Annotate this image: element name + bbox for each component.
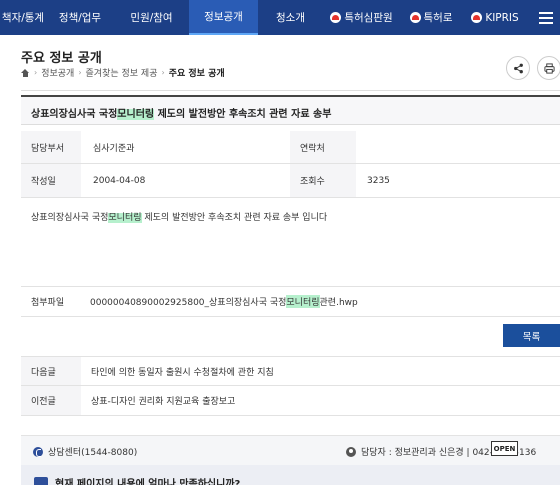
tab-info-disclosure[interactable]: 정보공개 xyxy=(189,0,258,35)
date-label: 작성일 xyxy=(21,164,81,197)
tab-petition[interactable]: 민원/참여 xyxy=(114,0,189,35)
search-highlight: 모니터링 xyxy=(286,295,320,308)
article-body: 상표의장심사국 국정모니터링 제도의 발전방안 후속조치 관련 자료 송부 입니… xyxy=(31,210,327,223)
home-icon[interactable] xyxy=(21,68,30,77)
dept-label: 담당부서 xyxy=(21,131,81,163)
divider xyxy=(21,90,560,91)
tab-policy-work[interactable]: 정책/업무 xyxy=(46,0,114,35)
contact-label: 연락처 xyxy=(290,131,356,163)
link-label: KIPRIS xyxy=(485,11,519,24)
open-license-badge[interactable]: OPEN xyxy=(491,441,518,456)
breadcrumb-item[interactable]: 즐겨찾는 정보 제공 xyxy=(86,66,158,79)
survey-text: 현재 페이지의 내용에 얼마나 만족하십니까? xyxy=(55,479,241,485)
link-patent-tribunal[interactable]: 특허심판원 xyxy=(323,0,400,35)
survey-icon xyxy=(34,477,48,485)
breadcrumb: › 정보공개 › 즐겨찾는 정보 제공 › 주요 정보 공개 xyxy=(21,66,225,79)
link-label: 특허심판원 xyxy=(344,12,393,24)
views-label: 조회수 xyxy=(290,164,356,197)
tab-books-stats[interactable]: 책자/통계 xyxy=(0,0,46,35)
logo-icon xyxy=(471,12,483,23)
page-title: 주요 정보 공개 xyxy=(21,51,102,66)
attachment-link[interactable]: 00000040890002925800_상표의장심사국 국정 모니터링 관련.h… xyxy=(90,287,358,316)
print-icon xyxy=(543,62,555,74)
link-label: 특허로 xyxy=(423,12,453,24)
next-post-link[interactable]: 타인에 의한 동일자 출원시 수청절차에 관한 지침 xyxy=(91,357,274,385)
call-center-text: 상담센터(1544-8080) xyxy=(48,448,138,458)
dept-row: 담당부서 심사기준과 연락처 xyxy=(21,131,560,164)
search-highlight: 모니터링 xyxy=(117,109,155,120)
person-icon xyxy=(346,446,356,457)
satisfaction-survey: 현재 페이지의 내용에 얼마나 만족하십니까? xyxy=(21,465,560,485)
file-name: 00000040890002925800_상표의장심사국 국정 xyxy=(90,298,287,308)
top-nav: 책자/통계 정책/업무 민원/참여 정보공개 청소개 특허심판원 특허로 KIP… xyxy=(0,0,560,35)
link-patent-net[interactable]: 특허로 xyxy=(400,0,462,35)
share-button[interactable] xyxy=(506,56,530,80)
share-icon xyxy=(513,63,523,73)
body-text: 제도의 발전방안 후속조치 관련 자료 송부 입니다 xyxy=(141,213,328,223)
views-value: 3235 xyxy=(367,175,390,186)
article-title: 상표의장심사국 국정모니터링 제도의 발전방안 후속조치 관련 자료 송부 xyxy=(21,95,560,125)
list-button[interactable]: 목록 xyxy=(503,324,560,347)
title-text: 상표의장심사국 국정 xyxy=(31,109,118,120)
menu-button[interactable] xyxy=(532,0,560,35)
attachment-label: 첨부파일 xyxy=(21,287,81,316)
attachment-row: 첨부파일 00000040890002925800_상표의장심사국 국정 모니터링… xyxy=(21,287,560,317)
body-text: 상표의장심사국 국정 xyxy=(31,213,109,223)
phone-icon xyxy=(33,446,43,457)
search-highlight: 모니터링 xyxy=(108,213,142,223)
contact-footer: 상담센터(1544-8080) 담당자 : 정보관리과 신은경 | 042-48… xyxy=(21,435,560,465)
print-button[interactable] xyxy=(537,56,560,80)
date-row: 작성일 2004-04-08 조회수 3235 xyxy=(21,164,560,198)
tab-about[interactable]: 청소개 xyxy=(258,0,323,35)
dept-value: 심사기준과 xyxy=(93,143,135,154)
next-label: 다음글 xyxy=(21,357,81,385)
breadcrumb-current: 주요 정보 공개 xyxy=(168,69,225,79)
menu-icon xyxy=(539,11,553,24)
next-post-row: 다음글 타인에 의한 동일자 출원시 수청절차에 관한 지침 xyxy=(21,356,560,386)
logo-icon xyxy=(330,12,342,23)
prev-post-link[interactable]: 상표-디자인 권리화 지원교육 출장보고 xyxy=(91,386,235,415)
call-center: 상담센터(1544-8080) xyxy=(33,445,137,458)
title-text: 제도의 발전방안 후속조치 관련 자료 송부 xyxy=(154,109,332,120)
logo-icon xyxy=(409,12,421,23)
link-kipris[interactable]: KIPRIS xyxy=(462,0,528,35)
file-name: 관련.hwp xyxy=(319,298,358,308)
prev-post-row: 이전글 상표-디자인 권리화 지원교육 출장보고 xyxy=(21,386,560,416)
breadcrumb-item[interactable]: 정보공개 xyxy=(41,66,74,79)
date-value: 2004-04-08 xyxy=(93,175,146,186)
prev-label: 이전글 xyxy=(21,386,81,415)
